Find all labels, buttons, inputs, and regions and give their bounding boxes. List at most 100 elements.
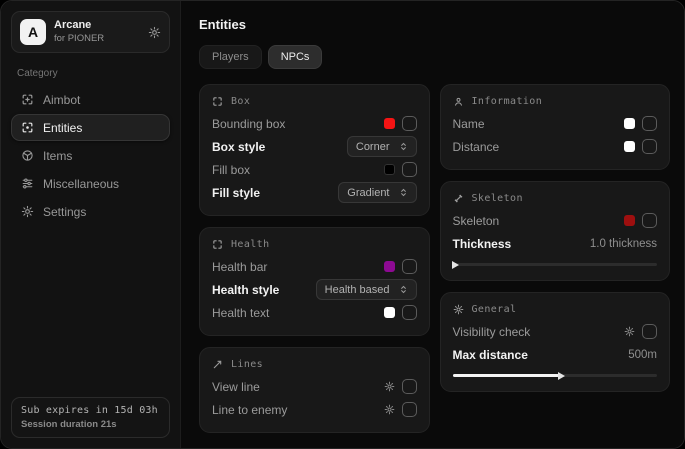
color-swatch[interactable] [384, 164, 395, 175]
tune-sliders-icon [21, 177, 34, 190]
bounding-box-checkbox[interactable] [402, 116, 417, 131]
slider-handle[interactable] [452, 261, 459, 269]
lines-card-header: Lines [212, 359, 417, 370]
color-swatch[interactable] [624, 141, 635, 152]
general-card: General Visibility check [440, 292, 671, 392]
health-style-dropdown[interactable]: Health based [316, 279, 417, 300]
corner-brackets-icon [212, 96, 223, 107]
skeleton-checkbox[interactable] [642, 213, 657, 228]
slider-track [453, 263, 658, 266]
setting-row: Name [453, 112, 658, 135]
sidebar-item-items[interactable]: Items [11, 142, 170, 169]
general-card-header: General [453, 304, 658, 315]
health-card: Health Health bar Health style Health ba… [199, 227, 430, 336]
thickness-value: 1.0 thickness [590, 238, 657, 250]
sidebar: A Arcane for PIONER Category Aimbot [1, 1, 181, 448]
card-title: General [472, 304, 517, 315]
visibility-check-checkbox[interactable] [642, 324, 657, 339]
skeleton-card-header: Skeleton [453, 193, 658, 204]
setting-label: Health bar [212, 260, 267, 274]
max-distance-value: 500m [628, 349, 657, 361]
color-swatch[interactable] [384, 307, 395, 318]
setting-label: Fill style [212, 186, 260, 200]
app-subtitle: for PIONER [54, 33, 140, 45]
setting-row: Thickness 1.0 thickness [453, 232, 658, 255]
page-title: Entities [199, 17, 670, 32]
dropdown-value: Corner [356, 141, 390, 153]
slider-handle[interactable] [558, 372, 565, 380]
setting-row: View line [212, 375, 417, 398]
setting-label: Thickness [453, 237, 512, 251]
color-swatch[interactable] [624, 118, 635, 129]
session-duration-text: Session duration 21s [21, 419, 160, 430]
setting-label: Distance [453, 140, 500, 154]
package-sphere-icon [21, 149, 34, 162]
setting-label: Line to enemy [212, 403, 287, 417]
sub-expiry-text: Sub expires in 15d 03h [21, 405, 160, 416]
card-title: Information [472, 96, 543, 107]
setting-row: Health bar [212, 255, 417, 278]
setting-label: View line [212, 380, 260, 394]
setting-label: Fill box [212, 163, 250, 177]
setting-label: Bounding box [212, 117, 285, 131]
sidebar-item-aimbot[interactable]: Aimbot [11, 86, 170, 113]
fill-style-dropdown[interactable]: Gradient [338, 182, 416, 203]
chevron-expand-icon [399, 285, 408, 294]
app-logo-card: A Arcane for PIONER [11, 11, 170, 53]
color-swatch[interactable] [384, 118, 395, 129]
sidebar-item-label: Items [43, 149, 72, 163]
person-scan-icon [453, 96, 464, 107]
color-swatch[interactable] [624, 215, 635, 226]
box-style-dropdown[interactable]: Corner [347, 136, 417, 157]
main-content: Entities Players NPCs Box [181, 1, 684, 448]
skeleton-card: Skeleton Skeleton Thickness 1.0 thicknes… [440, 181, 671, 281]
max-distance-slider[interactable] [453, 371, 658, 380]
health-card-header: Health [212, 239, 417, 250]
distance-checkbox[interactable] [642, 139, 657, 154]
setting-row: Health style Health based [212, 278, 417, 301]
chevron-expand-icon [399, 188, 408, 197]
health-bar-checkbox[interactable] [402, 259, 417, 274]
entity-type-tabs: Players NPCs [199, 45, 670, 69]
sidebar-item-entities[interactable]: Entities [11, 114, 170, 141]
sidebar-item-settings[interactable]: Settings [11, 198, 170, 225]
app-window: A Arcane for PIONER Category Aimbot [0, 0, 685, 449]
thickness-slider[interactable] [453, 260, 658, 269]
line-to-enemy-checkbox[interactable] [402, 402, 417, 417]
lines-card: Lines View line [199, 347, 430, 433]
app-logo: A [20, 19, 46, 45]
bone-icon [453, 193, 464, 204]
setting-label: Health text [212, 306, 269, 320]
setting-row: Skeleton [453, 209, 658, 232]
setting-row: Fill box [212, 158, 417, 181]
crosshair-scan-icon [21, 93, 34, 106]
chevron-expand-icon [399, 142, 408, 151]
gear-icon[interactable] [624, 326, 635, 337]
name-checkbox[interactable] [642, 116, 657, 131]
corner-brackets-icon [212, 239, 223, 250]
diagonal-line-icon [212, 359, 223, 370]
setting-label: Skeleton [453, 214, 500, 228]
right-column: Information Name Distance [440, 84, 671, 392]
gear-icon [21, 205, 34, 218]
information-card-header: Information [453, 96, 658, 107]
setting-row: Bounding box [212, 112, 417, 135]
health-text-checkbox[interactable] [402, 305, 417, 320]
sidebar-item-miscellaneous[interactable]: Miscellaneous [11, 170, 170, 197]
color-swatch[interactable] [384, 261, 395, 272]
tab-npcs[interactable]: NPCs [268, 45, 323, 69]
sidebar-item-label: Miscellaneous [43, 177, 119, 191]
setting-row: Max distance 500m [453, 343, 658, 366]
card-title: Lines [231, 359, 263, 370]
slider-fill [453, 374, 559, 377]
gear-icon[interactable] [384, 404, 395, 415]
sidebar-item-label: Aimbot [43, 93, 80, 107]
gear-icon[interactable] [384, 381, 395, 392]
tab-players[interactable]: Players [199, 45, 262, 69]
gear-icon[interactable] [148, 26, 161, 39]
view-line-checkbox[interactable] [402, 379, 417, 394]
dropdown-value: Health based [325, 284, 390, 296]
setting-row: Box style Corner [212, 135, 417, 158]
card-title: Box [231, 96, 250, 107]
fill-box-checkbox[interactable] [402, 162, 417, 177]
